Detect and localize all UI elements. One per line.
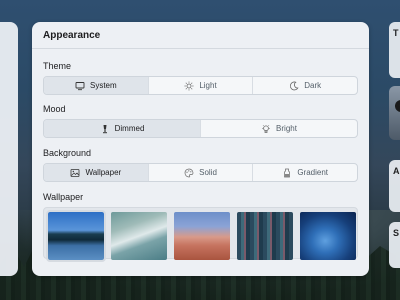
palette-icon: [184, 168, 194, 178]
theme-option-label: Dark: [304, 81, 322, 90]
right-panel-top-title: T: [393, 28, 399, 38]
theme-label: Theme: [43, 61, 72, 71]
theme-option-light[interactable]: Light: [147, 77, 253, 94]
right-panel-thumbnail-partial[interactable]: ‹: [389, 86, 400, 140]
mood-option-label: Dimmed: [114, 124, 145, 133]
wallpaper-thumb-lake-mountains[interactable]: [46, 210, 106, 262]
theme-option-label: System: [90, 81, 117, 90]
right-panel-mid-title: A: [393, 166, 400, 176]
background-label: Background: [43, 148, 92, 158]
background-section: Background Wallpaper Solid Gradient: [43, 148, 358, 182]
wallpaper-thumb-ocean-waves[interactable]: [111, 212, 167, 260]
theme-option-label: Light: [199, 81, 217, 90]
right-panel-bottom-title: S: [393, 228, 400, 238]
background-option-label: Wallpaper: [85, 168, 122, 177]
wallpaper-section: Wallpaper: [43, 192, 358, 262]
background-option-solid[interactable]: Solid: [147, 164, 253, 181]
background-option-label: Gradient: [297, 168, 329, 177]
theme-option-dark[interactable]: Dark: [252, 77, 357, 94]
mood-option-label: Bright: [276, 124, 297, 133]
background-option-wallpaper[interactable]: Wallpaper: [44, 164, 148, 181]
wallpaper-thumb-desert-dunes[interactable]: [174, 212, 230, 260]
card-header: Appearance: [32, 22, 369, 49]
bulb-icon: [261, 124, 271, 134]
mood-option-bright[interactable]: Bright: [200, 120, 357, 137]
theme-option-system[interactable]: System: [44, 77, 148, 94]
theme-segmented-control: System Light Dark: [43, 76, 358, 95]
monitor-icon: [75, 81, 85, 91]
mood-segmented-control: Dimmed Bright: [43, 119, 358, 138]
left-panel-partial: [0, 22, 18, 276]
mood-section: Mood Dimmed Bright: [43, 104, 358, 138]
right-panel-bottom-partial: S: [389, 222, 400, 268]
image-icon: [70, 168, 80, 178]
right-panel-top-partial: T: [389, 22, 400, 78]
chevron-left-icon[interactable]: ‹: [395, 100, 400, 112]
wallpaper-label: Wallpaper: [43, 192, 84, 202]
moon-icon: [289, 81, 299, 91]
sun-icon: [184, 81, 194, 91]
lamp-icon: [100, 124, 110, 134]
card-title: Appearance: [43, 29, 101, 41]
background-segmented-control: Wallpaper Solid Gradient: [43, 163, 358, 182]
gradient-icon: [282, 168, 292, 178]
mood-label: Mood: [43, 104, 66, 114]
wallpaper-grid: [43, 207, 358, 262]
appearance-card: Appearance Theme System Light Dark Mood …: [32, 22, 369, 276]
background-option-label: Solid: [199, 168, 217, 177]
theme-section: Theme System Light Dark: [43, 61, 358, 95]
background-option-gradient[interactable]: Gradient: [252, 164, 357, 181]
wallpaper-thumb-blue-abstract[interactable]: [300, 212, 356, 260]
wallpaper-thumb-city-aerial[interactable]: [237, 212, 293, 260]
mood-option-dimmed[interactable]: Dimmed: [44, 120, 200, 137]
right-panel-mid-partial: A: [389, 160, 400, 212]
